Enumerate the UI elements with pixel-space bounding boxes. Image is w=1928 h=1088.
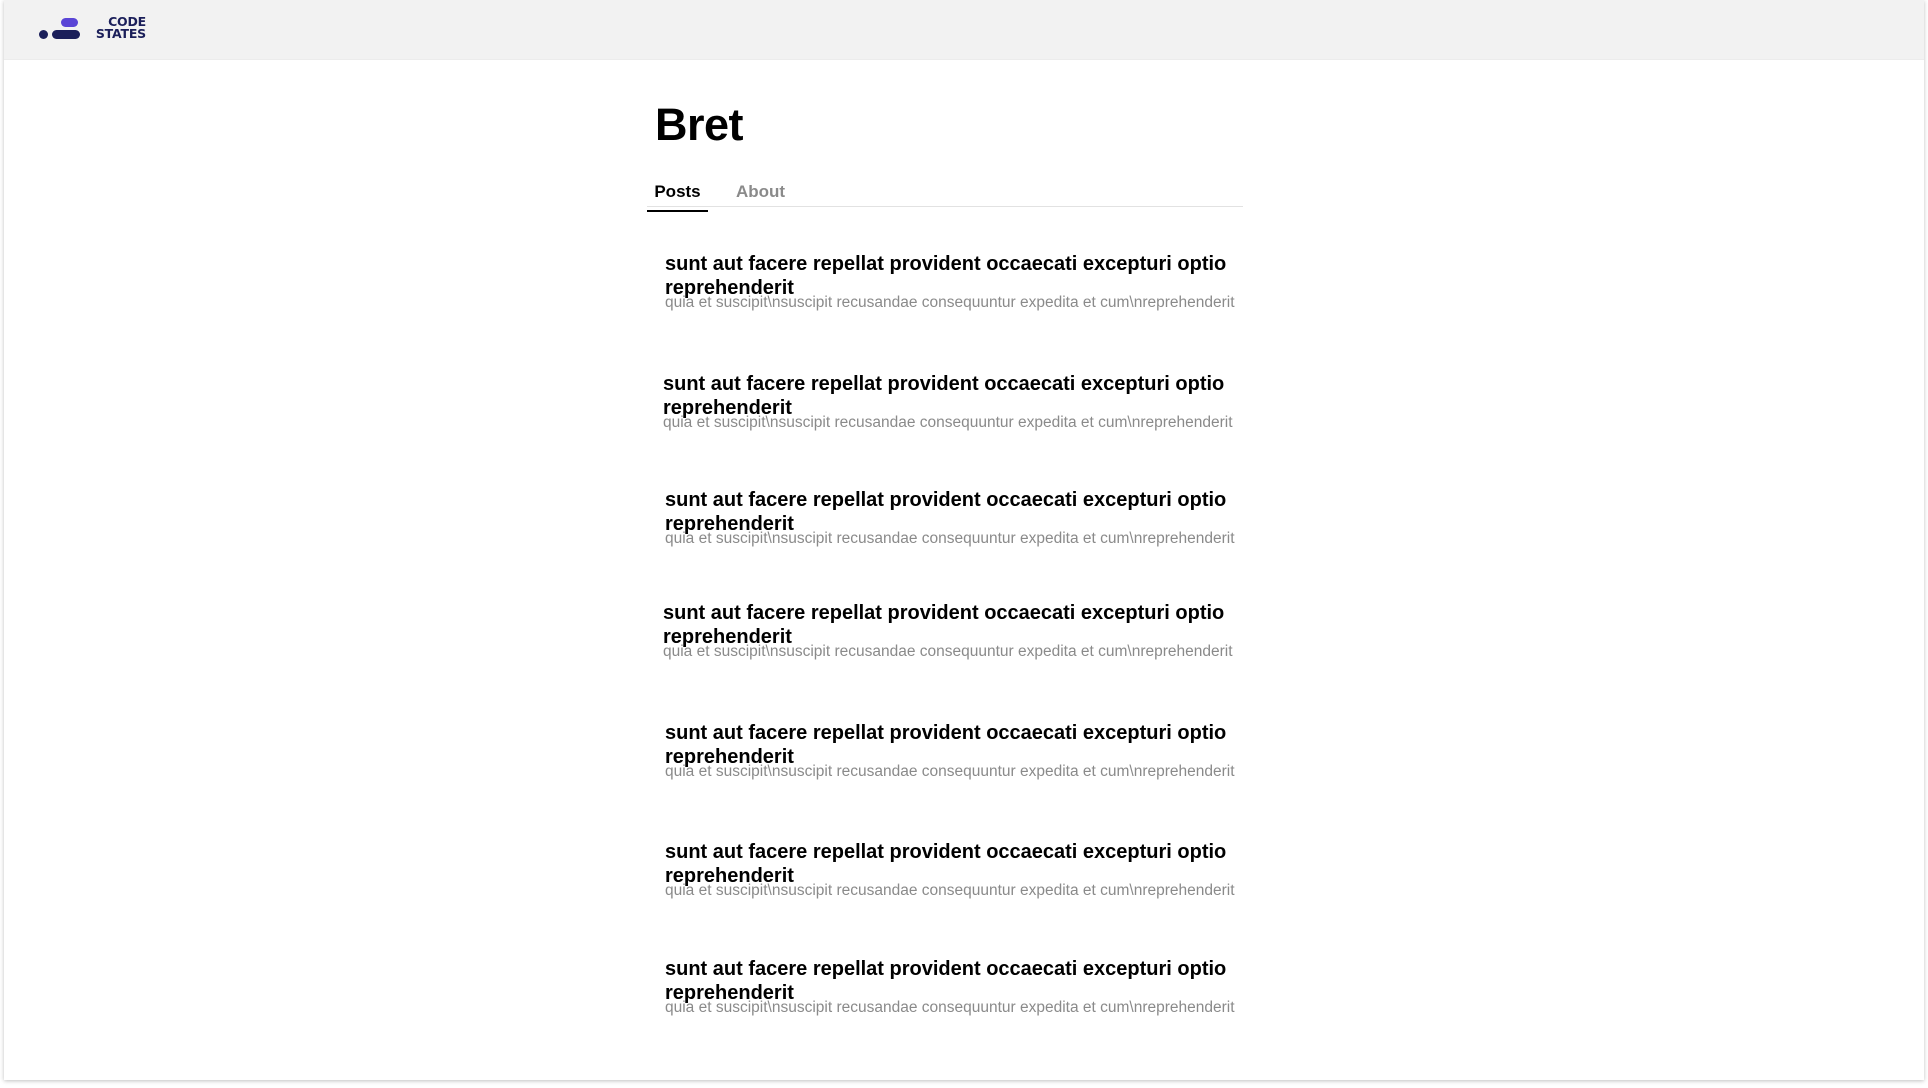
- post-title: sunt aut facere repellat provident occae…: [663, 602, 1225, 648]
- tab-about[interactable]: About: [736, 182, 785, 210]
- post-body: quia et suscipit\nsuscipit recusandae co…: [665, 999, 1235, 1016]
- logo-mark-icon: [39, 18, 80, 39]
- tab-posts[interactable]: Posts: [647, 182, 708, 212]
- post-item[interactable]: sunt aut facere repellat provident occae…: [665, 840, 1285, 900]
- top-navigation-bar: CODE STATES: [4, 0, 1924, 60]
- post-title: sunt aut facere repellat provident occae…: [665, 722, 1227, 768]
- app-window: CODE STATES Bret Posts About sunt aut fa…: [4, 0, 1924, 1080]
- post-item[interactable]: sunt aut facere repellat provident occae…: [665, 252, 1285, 312]
- page-title: Bret: [655, 99, 744, 150]
- post-title: sunt aut facere repellat provident occae…: [665, 958, 1227, 1004]
- post-title: sunt aut facere repellat provident occae…: [665, 253, 1227, 299]
- post-item[interactable]: sunt aut facere repellat provident occae…: [665, 488, 1285, 548]
- post-body: quia et suscipit\nsuscipit recusandae co…: [665, 294, 1235, 311]
- post-body: quia et suscipit\nsuscipit recusandae co…: [665, 530, 1235, 547]
- post-item[interactable]: sunt aut facere repellat provident occae…: [663, 372, 1283, 432]
- profile-tabs: Posts About: [647, 176, 1243, 212]
- post-item[interactable]: sunt aut facere repellat provident occae…: [665, 721, 1285, 781]
- codestates-logo[interactable]: CODE STATES: [39, 15, 149, 46]
- post-body: quia et suscipit\nsuscipit recusandae co…: [665, 763, 1235, 780]
- post-title: sunt aut facere repellat provident occae…: [665, 489, 1227, 535]
- logo-wordmark: CODE STATES: [86, 15, 146, 41]
- post-item[interactable]: sunt aut facere repellat provident occae…: [665, 957, 1285, 1017]
- logo-line-states: STATES: [95, 26, 146, 41]
- post-title: sunt aut facere repellat provident occae…: [665, 841, 1227, 887]
- post-item[interactable]: sunt aut facere repellat provident occae…: [663, 601, 1283, 661]
- post-title: sunt aut facere repellat provident occae…: [663, 373, 1225, 419]
- post-body: quia et suscipit\nsuscipit recusandae co…: [665, 882, 1235, 899]
- post-body: quia et suscipit\nsuscipit recusandae co…: [663, 643, 1233, 660]
- post-body: quia et suscipit\nsuscipit recusandae co…: [663, 414, 1233, 431]
